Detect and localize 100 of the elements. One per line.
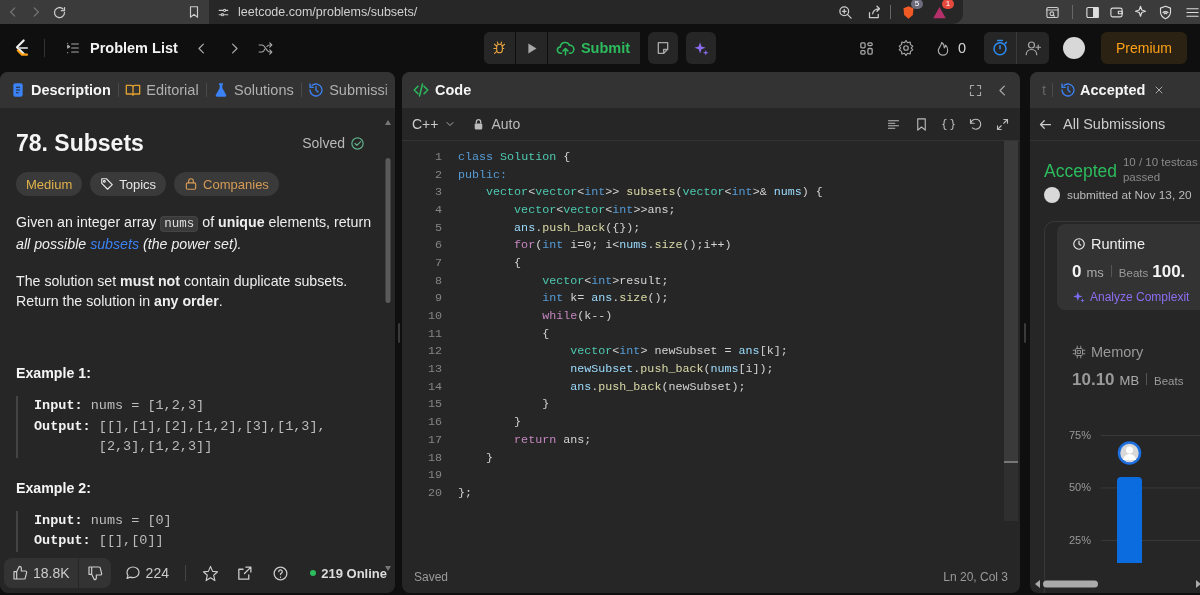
axis-label: 50%: [1068, 481, 1091, 494]
triangle-icon[interactable]: [932, 4, 947, 20]
solved-status: Solved: [302, 135, 365, 151]
beats-label: Beats: [1154, 375, 1184, 387]
code-line: }: [541, 397, 550, 412]
zoom-icon[interactable]: [838, 4, 853, 20]
streak-counter[interactable]: 0: [934, 39, 966, 57]
online-count: 219 Online: [310, 565, 387, 581]
line-number: 17: [426, 432, 442, 447]
panel-tab[interactable]: Editorial: [125, 82, 206, 98]
panel-tab[interactable]: Submissi: [308, 82, 395, 98]
star-icon[interactable]: [201, 564, 219, 582]
comment-icon: [124, 565, 141, 581]
example-title: Example 1:: [16, 365, 92, 381]
external-link-icon[interactable]: [235, 564, 253, 582]
code-line: vector<int>result;: [541, 273, 669, 288]
subsets-link[interactable]: subsets: [90, 236, 140, 252]
layout-icon[interactable]: [857, 39, 875, 57]
description-text: The solution set must not contain duplicate subsets. Return the solution in any order.: [16, 272, 349, 311]
line-number: 4: [434, 202, 442, 217]
reload-icon[interactable]: [52, 4, 67, 20]
example-value: [[],[0]]: [98, 532, 164, 550]
description-text: Given an integer array nums of unique elements, return all possible subsets (the power set).: [16, 213, 373, 254]
all-submissions-link[interactable]: All Submissions: [1038, 116, 1166, 132]
example-value: nums = [0]: [90, 511, 172, 530]
code-line: int k= ans.size();: [541, 291, 669, 306]
submission-time: submitted at Nov 13, 20: [1067, 188, 1192, 202]
companies-tag[interactable]: Companies: [174, 172, 279, 196]
premium-button[interactable]: Premium: [1101, 32, 1187, 64]
code-line: ans.push_back({});: [513, 220, 641, 235]
example-label: Input:: [34, 511, 83, 530]
address-bar[interactable]: leetcode.com/problems/subsets/ 5 1: [209, 0, 963, 24]
code-line: }: [513, 415, 522, 430]
difficulty-tag[interactable]: Medium: [16, 172, 83, 196]
stat-unit: MB: [1119, 373, 1140, 388]
topics-tag[interactable]: Topics: [90, 172, 167, 196]
vpn-icon[interactable]: [1158, 4, 1173, 20]
line-number: 19: [426, 468, 442, 483]
history-icon: [1060, 82, 1077, 98]
tab-search-icon[interactable]: [1045, 4, 1060, 20]
sidebar-icon[interactable]: [1085, 4, 1100, 20]
example-label: Input:: [34, 397, 83, 415]
line-number: 3: [434, 185, 442, 200]
fullscreen-icon[interactable]: [968, 82, 983, 98]
undo-icon[interactable]: [968, 116, 983, 132]
avatar[interactable]: [1063, 37, 1085, 59]
note-button[interactable]: [648, 32, 679, 64]
sparkle-icon: [1072, 290, 1086, 304]
panel-tab[interactable]: Solutions: [213, 82, 301, 98]
shield-icon[interactable]: [901, 4, 916, 20]
code-line: while(k--): [541, 309, 613, 324]
shuffle-icon[interactable]: [256, 39, 274, 57]
cursor-position: Ln 20, Col 3: [943, 570, 1008, 584]
code-icon: [412, 81, 430, 99]
code-line: public:: [458, 167, 508, 182]
check-circle-icon: [350, 135, 365, 151]
line-number: 9: [434, 291, 442, 306]
scrollbar[interactable]: [1004, 141, 1018, 521]
line-number: 20: [426, 485, 442, 500]
panel-tab[interactable]: Accepted: [1060, 82, 1146, 98]
resize-handle[interactable]: [397, 322, 400, 343]
testcase-summary: passed: [1122, 170, 1162, 185]
verdict-label: Accepted: [1044, 160, 1117, 183]
problem-title: 78. Subsets: [16, 129, 144, 158]
example-label: Output:: [34, 532, 91, 550]
settings-icon[interactable]: [896, 39, 915, 57]
expand-icon[interactable]: [995, 116, 1010, 132]
code-line: vector<vector<int>>ans;: [513, 202, 676, 217]
bookmark-icon[interactable]: [914, 116, 929, 132]
scrollbar[interactable]: [1034, 579, 1200, 589]
line-number: 5: [434, 220, 442, 235]
sparkle-icon[interactable]: [1133, 4, 1148, 20]
save-status: Saved: [414, 570, 449, 584]
notification-badge: 1: [942, 0, 954, 9]
line-number: 7: [434, 255, 442, 270]
assistant-button[interactable]: [686, 32, 717, 64]
bug-icon: [490, 39, 508, 57]
line-number: 8: [434, 273, 442, 288]
bookmark-icon[interactable]: [187, 5, 201, 19]
example-label: Output:: [34, 417, 91, 436]
card-title: Memory: [1091, 344, 1144, 360]
book-icon: [125, 82, 142, 98]
list-icon[interactable]: [65, 40, 81, 56]
resize-handle[interactable]: [1024, 322, 1026, 343]
braces-icon[interactable]: [941, 116, 956, 132]
example-title: Example 2:: [16, 479, 92, 496]
help-icon[interactable]: [271, 564, 289, 582]
doc-icon: [10, 82, 26, 98]
thumbs-down-icon: [86, 565, 103, 581]
code-line: };: [458, 485, 473, 500]
share-icon[interactable]: [867, 4, 882, 20]
axis-label: 25%: [1068, 533, 1091, 546]
panel-tab[interactable]: Description: [10, 82, 118, 98]
runtime-card[interactable]: Runtime 0 ms Beats 100. Analyze Complexit: [1057, 224, 1200, 310]
language-dropdown[interactable]: C++: [412, 116, 457, 132]
comments-button[interactable]: 224: [116, 558, 177, 588]
stat-value: 0: [1072, 262, 1082, 282]
line-number: 2: [434, 167, 442, 182]
wallet-icon[interactable]: [1109, 4, 1124, 20]
problem-list-link[interactable]: Problem List: [90, 40, 178, 56]
